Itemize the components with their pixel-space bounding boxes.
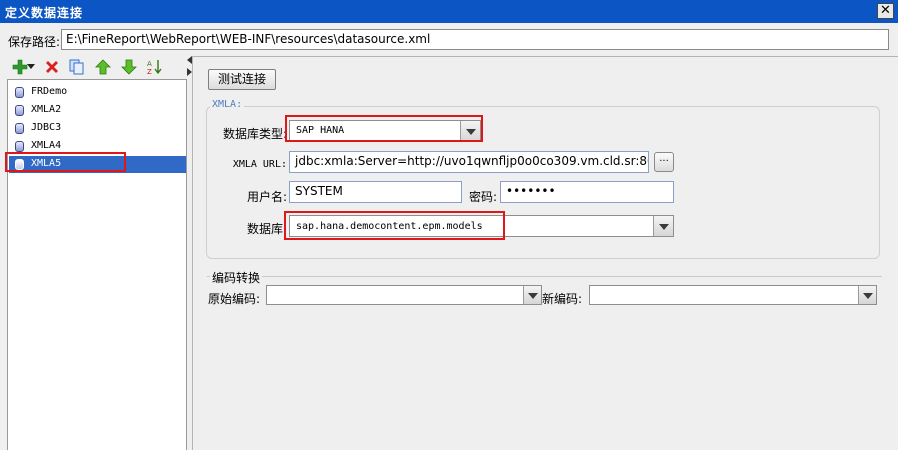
svg-text:A: A	[147, 60, 152, 68]
move-down-icon[interactable]	[120, 58, 138, 76]
database-label: 数据库:	[246, 222, 287, 236]
list-item[interactable]: XMLA4	[9, 138, 186, 155]
chevron-down-icon[interactable]	[523, 286, 541, 304]
original-encoding-label: 原始编码:	[208, 292, 261, 306]
list-item-label: FRDemo	[31, 86, 68, 97]
database-select[interactable]: sap.hana.democontent.epm.models	[289, 215, 674, 237]
database-icon	[15, 141, 24, 152]
close-icon[interactable]: ✕	[877, 3, 894, 19]
new-encoding-select[interactable]	[589, 285, 877, 305]
original-encoding-select[interactable]	[266, 285, 542, 305]
chevron-down-icon[interactable]	[460, 121, 480, 141]
connection-list-pane: A Z FRDemo XMLA2 JDBC3 XMLA4 XMLA5	[5, 56, 187, 450]
test-connection-button[interactable]: 测试连接	[208, 69, 276, 90]
db-type-value: SAP HANA	[296, 125, 345, 136]
svg-text:Z: Z	[147, 68, 152, 76]
delete-icon[interactable]	[43, 58, 61, 76]
copy-icon[interactable]	[68, 58, 86, 76]
list-item[interactable]: FRDemo	[9, 84, 186, 101]
list-item-selected[interactable]: XMLA5	[9, 156, 186, 173]
database-value: sap.hana.democontent.epm.models	[296, 221, 483, 232]
move-up-icon[interactable]	[94, 58, 112, 76]
database-icon	[15, 123, 24, 134]
save-path-row: 保存路径: E:\FineReport\WebReport\WEB-INF\re…	[0, 24, 898, 56]
title-bar: 定义数据连接 ✕	[0, 0, 898, 23]
connection-list[interactable]: FRDemo XMLA2 JDBC3 XMLA4 XMLA5	[7, 79, 187, 450]
list-item[interactable]: XMLA2	[9, 102, 186, 119]
window-title: 定义数据连接	[5, 6, 84, 20]
connection-settings-pane: 测试连接 XMLA: 数据库类型: SAP HANA XMLA URL: jdb…	[192, 56, 898, 450]
list-toolbar: A Z	[5, 56, 186, 80]
username-label: 用户名:	[246, 190, 287, 204]
encoding-title: 编码转换	[210, 269, 263, 286]
encoding-divider	[207, 276, 882, 277]
database-icon	[15, 159, 24, 170]
list-item-label: XMLA5	[31, 158, 62, 169]
list-item[interactable]: JDBC3	[9, 120, 186, 137]
username-field[interactable]: SYSTEM	[289, 181, 462, 203]
list-item-label: XMLA4	[31, 140, 62, 151]
new-encoding-label: 新编码:	[542, 292, 583, 306]
browse-button[interactable]: ...	[654, 152, 674, 172]
save-path-label: 保存路径:	[8, 35, 61, 49]
xmla-url-field[interactable]: jdbc:xmla:Server=http://uvo1qwnfljp0o0co…	[289, 151, 649, 173]
database-icon	[15, 87, 24, 98]
add-dropdown-icon[interactable]	[27, 64, 35, 70]
db-type-select[interactable]: SAP HANA	[289, 120, 481, 142]
password-label: 密码:	[468, 190, 497, 204]
password-field[interactable]: •••••••	[500, 181, 674, 203]
xmla-url-label: XMLA URL:	[232, 159, 287, 170]
db-type-label: 数据库类型:	[222, 127, 287, 141]
sort-icon[interactable]: A Z	[146, 58, 164, 76]
list-item-label: JDBC3	[31, 122, 62, 133]
chevron-down-icon[interactable]	[653, 216, 673, 236]
save-path-field[interactable]: E:\FineReport\WebReport\WEB-INF\resource…	[61, 29, 889, 50]
chevron-down-icon[interactable]	[858, 286, 876, 304]
database-icon	[15, 105, 24, 116]
xmla-legend: XMLA:	[210, 99, 245, 110]
list-item-label: XMLA2	[31, 104, 62, 115]
